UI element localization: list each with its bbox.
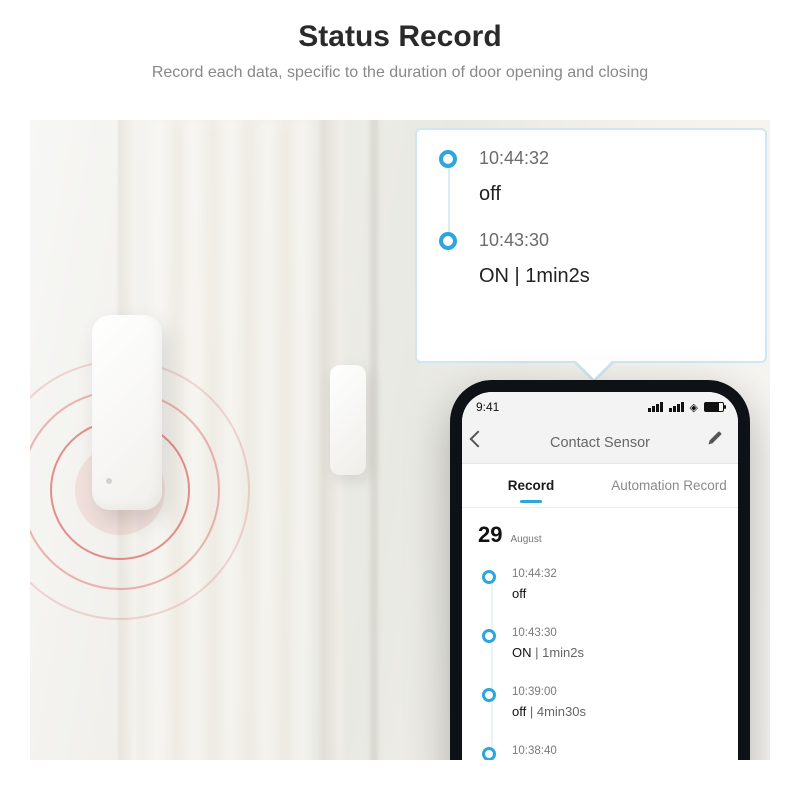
log-state: off | 4min30s	[512, 704, 586, 719]
timeline-dot-icon	[482, 570, 496, 584]
tab-record[interactable]: Record	[462, 464, 600, 507]
log-item[interactable]: 10:43:30 ON | 1min2s	[482, 617, 738, 676]
back-icon[interactable]	[470, 431, 487, 448]
door-gap	[370, 120, 378, 760]
callout-time: 10:44:32	[479, 148, 549, 169]
battery-icon	[704, 402, 724, 412]
timeline-dot-icon	[482, 629, 496, 643]
log-time: 10:43:30	[512, 627, 584, 639]
door-sensor-magnet	[330, 365, 366, 475]
timeline-dot-icon	[482, 688, 496, 702]
date-day: 29	[478, 522, 502, 548]
page-title: Status Record	[40, 20, 760, 54]
log-item[interactable]: 10:39:00 off | 4min30s	[482, 676, 738, 735]
callout-item: 10:44:32 off	[439, 148, 751, 206]
log-time: 10:39:00	[512, 686, 586, 698]
log-state: ON | 1min2s	[512, 645, 584, 660]
signal-icon	[648, 402, 663, 412]
record-log: 10:44:32 off 10:43:30 ON | 1min2s 10:39:…	[462, 554, 738, 760]
tabs: Record Automation Record	[462, 464, 738, 508]
log-time: 10:38:40	[512, 745, 563, 757]
log-item[interactable]: 10:38:40 ON | 20s	[482, 735, 738, 760]
log-item[interactable]: 10:44:32 off	[482, 558, 738, 617]
tab-automation-record[interactable]: Automation Record	[600, 464, 738, 507]
door-sensor-main	[92, 315, 162, 510]
wifi-icon: ◈	[690, 401, 698, 414]
timeline-dot-icon	[439, 150, 457, 168]
date-month: August	[510, 534, 541, 545]
signal-icon	[669, 402, 684, 412]
timeline-dot-icon	[482, 747, 496, 760]
app-bar: Contact Sensor	[462, 422, 738, 464]
edit-icon[interactable]	[709, 431, 729, 451]
page-header: Status Record Record each data, specific…	[0, 0, 800, 100]
callout-item: 10:43:30 ON | 1min2s	[439, 230, 751, 288]
timeline-dot-icon	[439, 232, 457, 250]
phone-mockup: 9:41 ◈ Contact Sensor Record Automation …	[450, 380, 750, 760]
log-time: 10:44:32	[512, 568, 557, 580]
product-scene: 10:44:32 off 10:43:30 ON | 1min2s 9:41 ◈	[30, 120, 770, 760]
app-bar-title: Contact Sensor	[550, 435, 650, 451]
callout-state: ON | 1min2s	[479, 265, 590, 288]
page-subtitle: Record each data, specific to the durati…	[40, 64, 760, 82]
date-header: 29 August	[462, 508, 738, 554]
callout-time: 10:43:30	[479, 230, 590, 251]
callout-state: off	[479, 183, 549, 206]
phone-statusbar: 9:41 ◈	[462, 392, 738, 422]
record-callout: 10:44:32 off 10:43:30 ON | 1min2s	[415, 128, 767, 363]
log-state: off	[512, 586, 557, 601]
curtain-backdrop	[150, 120, 310, 760]
statusbar-time: 9:41	[476, 400, 499, 414]
